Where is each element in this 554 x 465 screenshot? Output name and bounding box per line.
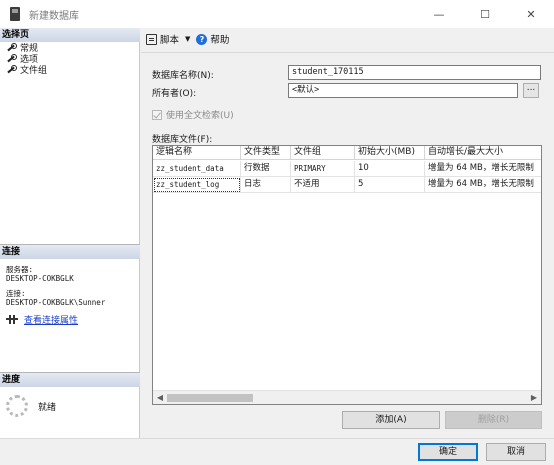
ok-button[interactable]: 确定 [418,443,478,461]
db-files-label: 数据库文件(F): [152,135,213,145]
connection-label: 连接: [6,289,26,298]
scroll-thumb[interactable] [167,393,253,402]
maximize-button[interactable]: ☐ [462,0,508,28]
horizontal-scrollbar[interactable]: ◀ ▶ [153,390,541,404]
window-title: 新建数据库 [29,10,79,22]
page-item-label: 文件组 [20,66,48,76]
scroll-left-icon[interactable]: ◀ [153,391,167,405]
progress-spinner-icon [6,395,28,417]
progress-header: 进度 [0,373,140,387]
logical-name-cell[interactable]: zz_student_log [153,177,241,193]
wrench-icon [6,43,17,52]
owner-label: 所有者(O): [152,89,197,99]
fulltext-label: 使用全文检索(U) [166,111,234,121]
table-row[interactable]: zz_student_data 行数据 PRIMARY 10 增量为 64 MB… [153,161,541,177]
window-titlebar: 新建数据库 — ☐ ✕ [0,0,554,28]
file-type-cell[interactable]: 日志 [241,177,291,193]
progress-section: 进度 就绪 [0,372,140,438]
grid-header: 逻辑名称 文件类型 文件组 初始大小(MB) 自动增长/最大大小 [153,146,541,160]
logical-name-cell[interactable]: zz_student_data [153,161,241,177]
autogrowth-cell[interactable]: 增量为 64 MB，增长无限制 [425,177,541,193]
fulltext-checkbox[interactable]: 使用全文检索(U) [152,108,234,121]
column-header[interactable]: 文件类型 [241,146,291,160]
view-connection-properties[interactable]: 查看连接属性 [0,313,140,326]
column-header[interactable]: 文件组 [291,146,355,160]
left-pane: 选择页 常规 选项 文件组 连接 服务器: DESKTOP-COKBGLK 连接… [0,28,140,438]
initial-size-cell[interactable]: 10 [355,161,425,177]
cancel-button[interactable]: 取消 [486,443,546,461]
checkbox-checked-icon [152,109,162,120]
remove-file-button[interactable]: 删除(R) [445,411,542,429]
initial-size-cell[interactable]: 5 [355,177,425,193]
help-button[interactable]: 帮助 [210,32,229,46]
toolbar: 脚本 ▼ ? 帮助 [146,30,229,48]
table-row[interactable]: zz_student_log 日志 不适用 5 增量为 64 MB，增长无限制 [153,177,541,193]
file-type-cell[interactable]: 行数据 [241,161,291,177]
browse-owner-button[interactable]: ... [523,83,539,98]
column-header[interactable]: 自动增长/最大大小 [425,146,541,160]
pages-section: 选择页 常规 选项 文件组 [0,28,140,242]
database-files-grid[interactable]: 逻辑名称 文件类型 文件组 初始大小(MB) 自动增长/最大大小 zz_stud… [152,145,542,405]
owner-input[interactable]: <默认> [288,83,518,98]
column-header[interactable]: 逻辑名称 [153,146,241,160]
footer-divider [0,438,554,439]
help-icon: ? [196,33,208,45]
wrench-icon [6,65,17,74]
script-icon [146,33,157,45]
db-name-input[interactable]: student_170115 [288,65,541,80]
server-label: 服务器: [6,265,34,274]
progress-row: 就绪 [0,395,140,417]
connection-properties-icon [6,315,18,324]
close-button[interactable]: ✕ [508,0,554,28]
pages-header: 选择页 [0,28,140,42]
db-name-label: 数据库名称(N): [152,71,214,81]
minimize-button[interactable]: — [416,0,462,28]
script-button[interactable]: 脚本 [160,32,179,46]
connection-header: 连接 [0,245,140,259]
add-file-button[interactable]: 添加(A) [342,411,440,429]
wrench-icon [6,54,17,63]
view-connection-properties-link[interactable]: 查看连接属性 [24,313,78,326]
connection-section: 连接 服务器: DESKTOP-COKBGLK 连接: DESKTOP-COKB… [0,244,140,372]
scroll-right-icon[interactable]: ▶ [527,391,541,405]
scroll-track[interactable] [167,391,527,405]
toolbar-divider [141,52,554,53]
chevron-down-icon[interactable]: ▼ [185,35,190,43]
progress-status: 就绪 [38,402,57,413]
page-item-filegroups[interactable]: 文件组 [0,64,140,76]
connection-value: DESKTOP-COKBGLK\Sunner [6,298,106,307]
filegroup-cell[interactable]: PRIMARY [291,161,355,177]
column-header[interactable]: 初始大小(MB) [355,146,425,160]
autogrowth-cell[interactable]: 增量为 64 MB，增长无限制 [425,161,541,177]
filegroup-cell[interactable]: 不适用 [291,177,355,193]
app-icon [10,7,20,21]
window-controls: — ☐ ✕ [416,0,554,28]
server-value: DESKTOP-COKBGLK [6,274,74,283]
